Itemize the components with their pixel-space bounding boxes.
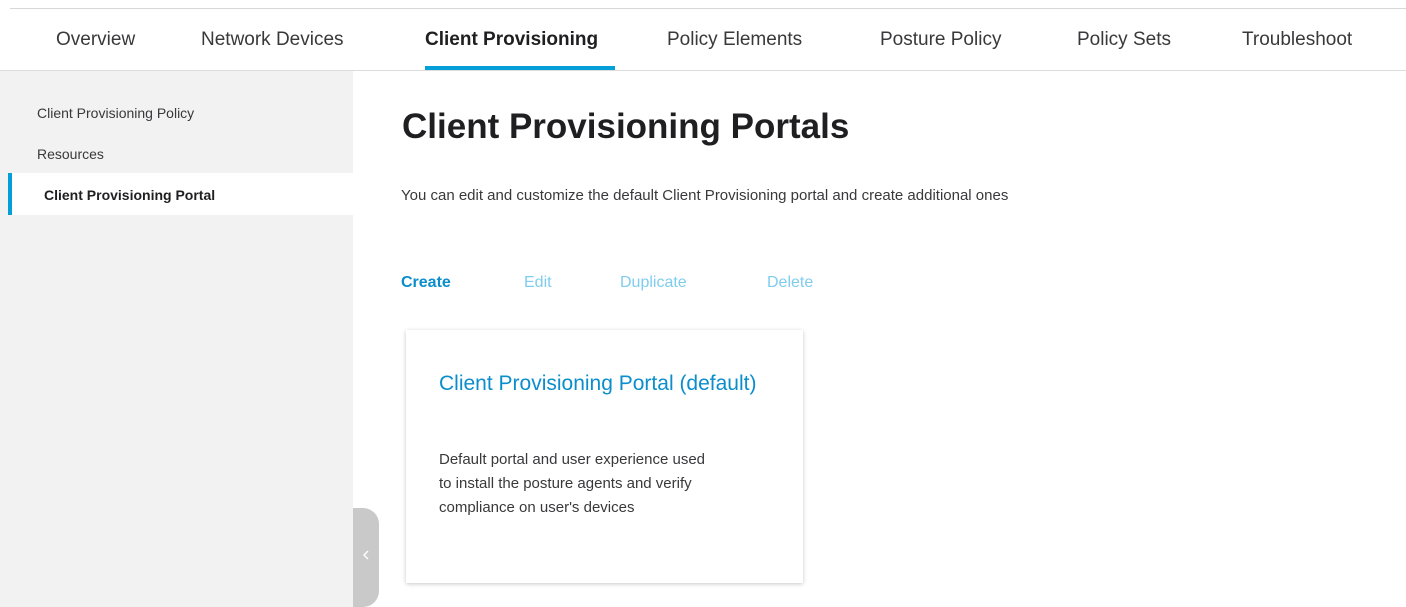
- sidebar-item-client-provisioning-policy[interactable]: Client Provisioning Policy: [37, 105, 194, 121]
- sidebar-item-resources[interactable]: Resources: [37, 146, 104, 162]
- tab-client-provisioning[interactable]: Client Provisioning: [425, 29, 598, 51]
- tab-overview[interactable]: Overview: [56, 29, 135, 51]
- portal-card-title[interactable]: Client Provisioning Portal (default): [439, 368, 779, 400]
- sidebar-collapse-handle[interactable]: [353, 508, 379, 607]
- delete-button[interactable]: Delete: [767, 274, 813, 292]
- top-navigation: Overview Network Devices Client Provisio…: [0, 9, 1406, 71]
- tab-network-devices[interactable]: Network Devices: [201, 29, 344, 51]
- chevron-left-icon: [363, 550, 369, 560]
- portal-card-default[interactable]: Client Provisioning Portal (default) Def…: [406, 330, 803, 583]
- tab-troubleshoot[interactable]: Troubleshoot: [1242, 29, 1352, 51]
- sidebar: Client Provisioning Policy Resources Cli…: [0, 71, 353, 607]
- duplicate-button[interactable]: Duplicate: [620, 274, 687, 292]
- tab-posture-policy[interactable]: Posture Policy: [880, 29, 1001, 51]
- page-title: Client Provisioning Portals: [402, 107, 850, 146]
- edit-button[interactable]: Edit: [524, 274, 552, 292]
- page-description: You can edit and customize the default C…: [401, 187, 1009, 204]
- tab-policy-elements[interactable]: Policy Elements: [667, 29, 802, 51]
- tab-policy-sets[interactable]: Policy Sets: [1077, 29, 1171, 51]
- portal-card-description: Default portal and user experience used …: [439, 451, 706, 516]
- sidebar-item-label: Client Provisioning Portal: [44, 187, 216, 203]
- active-tab-indicator: [425, 66, 615, 70]
- create-button[interactable]: Create: [401, 274, 451, 292]
